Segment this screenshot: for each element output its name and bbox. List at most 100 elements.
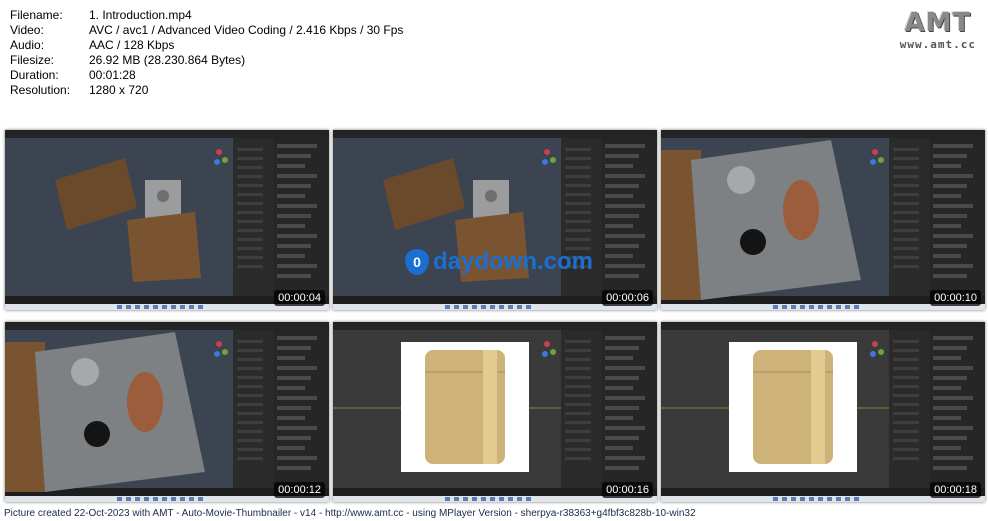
taskbar-app-icon	[445, 305, 450, 309]
property-row	[277, 426, 317, 430]
property-row	[605, 386, 633, 390]
property-row	[277, 184, 311, 188]
menu-bar	[5, 322, 329, 330]
taskbar-app-icon	[517, 305, 522, 309]
property-row	[277, 396, 317, 400]
taskbar-app-icon	[773, 305, 778, 309]
property-row	[933, 264, 973, 268]
taskbar-app-icon	[827, 497, 832, 501]
sidebar-row	[565, 157, 591, 160]
gizmo-y-icon	[550, 349, 556, 355]
property-row	[277, 244, 311, 248]
sidebar-row	[893, 148, 919, 151]
taskbar-app-icon	[800, 305, 805, 309]
thumbnail-6[interactable]: 00:00:18	[661, 322, 985, 502]
droplet-icon: 0	[405, 249, 429, 275]
menu-bar	[661, 322, 985, 330]
thumbnail-1[interactable]: 00:00:04	[5, 130, 329, 310]
info-key: Duration:	[10, 68, 59, 82]
property-row	[605, 436, 639, 440]
gizmo-z-icon	[542, 159, 548, 165]
sidebar-row	[237, 457, 263, 460]
property-row	[277, 456, 317, 460]
sidebar-row	[893, 430, 919, 433]
gizmo-y-icon	[222, 349, 228, 355]
property-row	[277, 174, 317, 178]
property-row	[277, 386, 305, 390]
sidebar-row	[237, 184, 263, 187]
property-row	[277, 254, 305, 258]
taskbar-app-icon	[189, 305, 194, 309]
thumbnail-5[interactable]: 00:00:16	[333, 322, 657, 502]
taskbar-app-icon	[773, 497, 778, 501]
property-row	[605, 144, 645, 148]
sidebar-row	[565, 394, 591, 397]
sidebar-row	[893, 202, 919, 205]
property-row	[277, 366, 317, 370]
property-row	[933, 274, 967, 278]
sidebar-row	[893, 229, 919, 232]
property-row	[605, 264, 645, 268]
info-value: 1280 x 720	[89, 83, 149, 97]
sidebar-row	[565, 202, 591, 205]
chimney-hole	[84, 421, 110, 447]
thumbnail-4[interactable]: 00:00:12	[5, 322, 329, 502]
property-row	[277, 336, 317, 340]
taskbar-app-icon	[481, 497, 486, 501]
sidebar-row	[565, 430, 591, 433]
sidebar-row	[237, 340, 263, 343]
property-row	[605, 466, 639, 470]
sidebar-row	[565, 349, 591, 352]
sidebar-row	[893, 193, 919, 196]
sidebar-row	[893, 385, 919, 388]
sidebar-row	[565, 220, 591, 223]
menu-bar	[333, 130, 657, 138]
sidebar-row	[237, 376, 263, 379]
sidebar-row	[893, 340, 919, 343]
logo-mark: AMT	[904, 8, 972, 38]
info-value: 26.92 MB (28.230.864 Bytes)	[89, 53, 246, 67]
sidebar-row	[893, 448, 919, 451]
thumbnail-frame	[5, 322, 329, 502]
sidebar-row	[237, 175, 263, 178]
taskbar-app-icon	[854, 305, 859, 309]
property-row	[933, 376, 967, 380]
property-row	[605, 274, 639, 278]
sidebar-row	[565, 376, 591, 379]
lighter-case	[127, 212, 201, 282]
property-row	[277, 274, 311, 278]
property-row	[933, 164, 961, 168]
taskbar-app-icon	[117, 497, 122, 501]
sidebar-row	[893, 247, 919, 250]
thumbnail-frame	[5, 130, 329, 310]
gizmo-z-icon	[542, 351, 548, 357]
property-row	[605, 204, 645, 208]
sidebar-row	[893, 394, 919, 397]
amt-logo: AMT www.amt.cc	[900, 8, 976, 51]
sidebar-row	[565, 367, 591, 370]
sidebar-row	[237, 412, 263, 415]
property-row	[277, 416, 305, 420]
taskbar-app-icon	[171, 305, 176, 309]
sidebar-row	[565, 457, 591, 460]
gizmo-z-icon	[870, 351, 876, 357]
property-row	[277, 466, 311, 470]
taskbar-app-icon	[517, 497, 522, 501]
taskbar-app-icon	[526, 305, 531, 309]
thumbnail-3[interactable]: 00:00:10	[661, 130, 985, 310]
lighter-wheel	[485, 190, 497, 202]
taskbar-app-icon	[126, 305, 131, 309]
property-row	[933, 204, 973, 208]
thumbnail-timestamp: 00:00:18	[930, 482, 981, 498]
sidebar-row	[237, 229, 263, 232]
flint-wheel	[127, 372, 163, 432]
gizmo-z-icon	[214, 159, 220, 165]
property-row	[277, 356, 305, 360]
thumbnail-2[interactable]: 00:00:06	[333, 130, 657, 310]
taskbar-app-icon	[782, 497, 787, 501]
taskbar-app-icon	[845, 497, 850, 501]
flint-wheel	[783, 180, 819, 240]
taskbar-app-icon	[526, 497, 531, 501]
sidebar-row	[237, 358, 263, 361]
property-row	[277, 154, 311, 158]
